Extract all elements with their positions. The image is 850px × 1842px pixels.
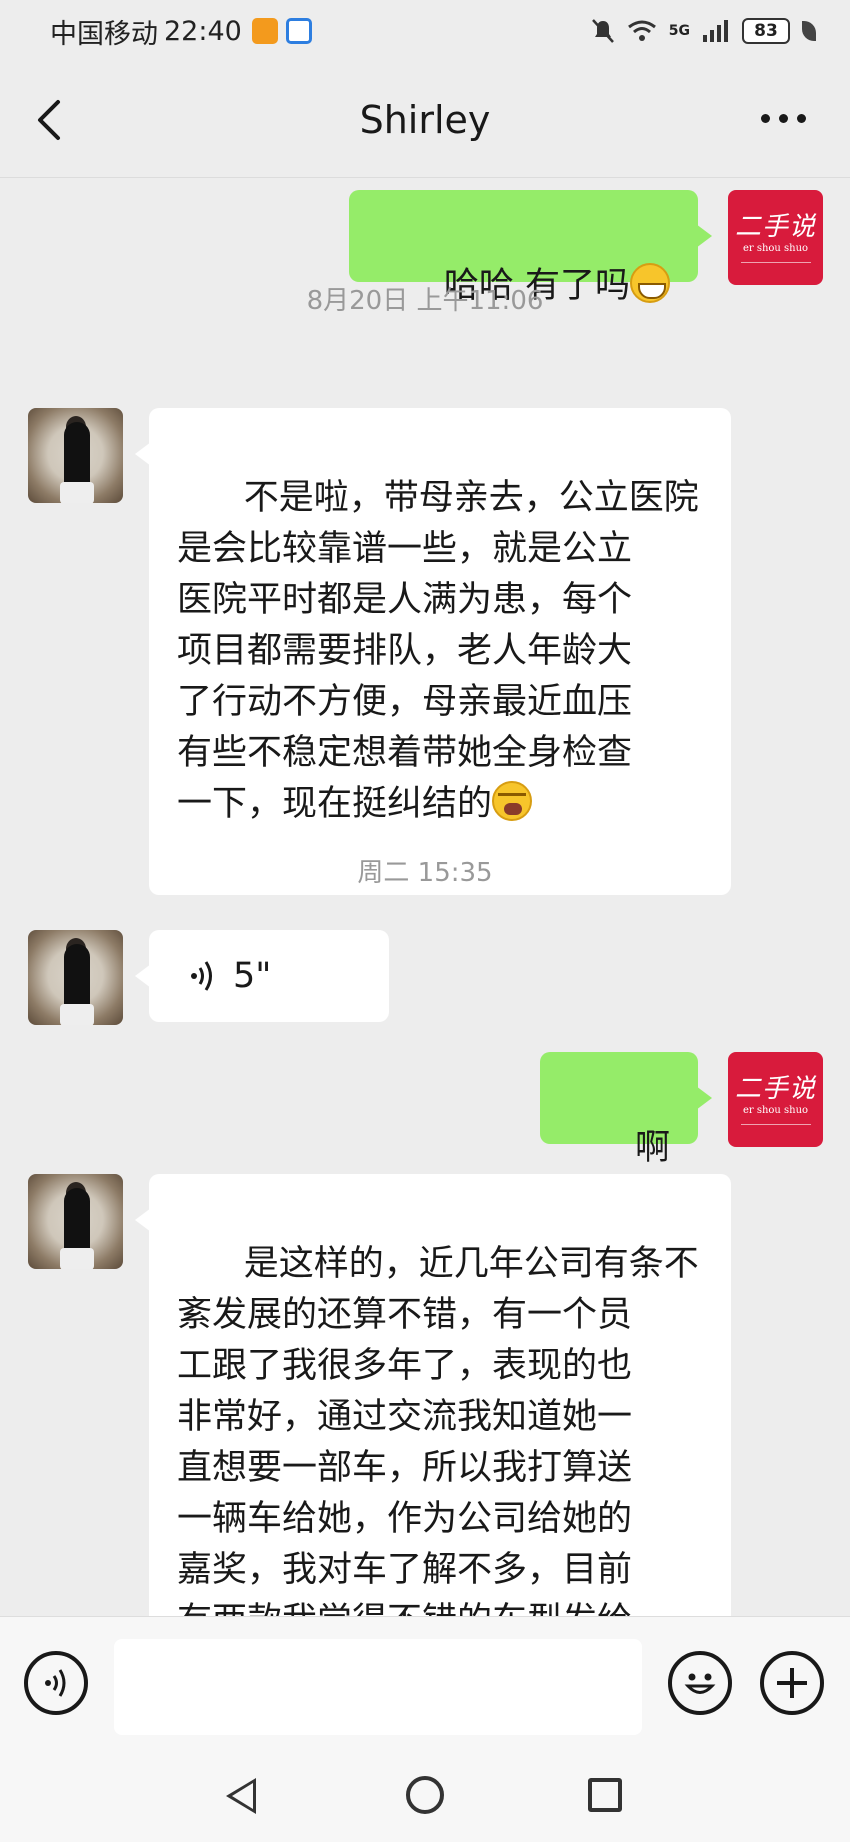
my-message-bubble[interactable]: 啊 [540, 1052, 712, 1168]
input-bar [0, 1616, 850, 1754]
carrier-label: 中国移动 [50, 18, 158, 50]
my-avatar[interactable]: 二手说 er shou shuo [728, 1052, 823, 1147]
voice-wave-icon [191, 961, 212, 991]
contact-name: Shirley [359, 97, 491, 142]
mute-bell-icon [591, 19, 614, 43]
status-icons: 5G 83 [591, 18, 816, 44]
chat-header: Shirley [0, 62, 850, 178]
more-options-icon[interactable] [761, 114, 806, 123]
system-nav-bar [0, 1754, 850, 1842]
contact-message-bubble[interactable]: 不是啦，带母亲去，公立医院 是会比较靠谱一些，就是公立 医院平时都是人满为患，每… [135, 408, 731, 895]
contact-avatar[interactable] [28, 408, 123, 503]
eco-leaf-icon [802, 21, 816, 41]
message-input[interactable] [114, 1639, 642, 1735]
contact-avatar[interactable] [28, 1174, 123, 1269]
signal-icon [703, 20, 728, 42]
clock: 22:40 [164, 15, 242, 47]
message-text: 啊 [634, 1128, 670, 1168]
message-text: 不是啦，带母亲去，公立医院 是会比较靠谱一些，就是公立 医院平时都是人满为患，每… [177, 478, 699, 824]
message-timestamp: 8月20日 上午11:06 [306, 286, 544, 316]
contact-avatar[interactable] [28, 930, 123, 1025]
network-type-label: 5G [668, 23, 690, 39]
app-notification-icon [251, 18, 278, 44]
back-arrow-icon[interactable] [30, 98, 70, 142]
status-bar: 中国移动 22:40 5G 83 [0, 0, 850, 62]
emoji-smile-icon[interactable] [668, 1651, 732, 1715]
crying-laughing-emoji-icon [492, 781, 533, 821]
plus-icon[interactable] [760, 1651, 824, 1715]
nav-recent-apps-icon[interactable] [588, 1778, 622, 1812]
my-message-bubble[interactable]: 哈哈 有了吗 [349, 190, 712, 306]
nav-home-icon[interactable] [406, 1776, 444, 1814]
chat-screen: 中国移动 22:40 5G 83 Shirley 哈哈 有了吗 二手说 er s… [0, 0, 850, 1842]
voice-message-bubble[interactable]: 5" [135, 930, 389, 1022]
wifi-icon [627, 20, 656, 41]
message-timestamp: 周二 15:35 [357, 858, 493, 888]
my-avatar[interactable]: 二手说 er shou shuo [728, 190, 823, 285]
voice-input-icon[interactable] [24, 1651, 88, 1715]
message-list[interactable]: 哈哈 有了吗 二手说 er shou shuo 8月20日 上午11:06 不是… [0, 178, 850, 1616]
battery-icon: 83 [742, 18, 790, 44]
voice-duration: 5" [233, 955, 272, 996]
message-text: 是这样的，近几年公司有条不 紊发展的还算不错，有一个员 工跟了我很多年了，表现的… [177, 1244, 699, 1616]
app-notification-icon-2 [285, 18, 312, 44]
nav-back-icon[interactable] [226, 1778, 256, 1814]
contact-message-bubble[interactable]: 是这样的，近几年公司有条不 紊发展的还算不错，有一个员 工跟了我很多年了，表现的… [135, 1174, 731, 1616]
